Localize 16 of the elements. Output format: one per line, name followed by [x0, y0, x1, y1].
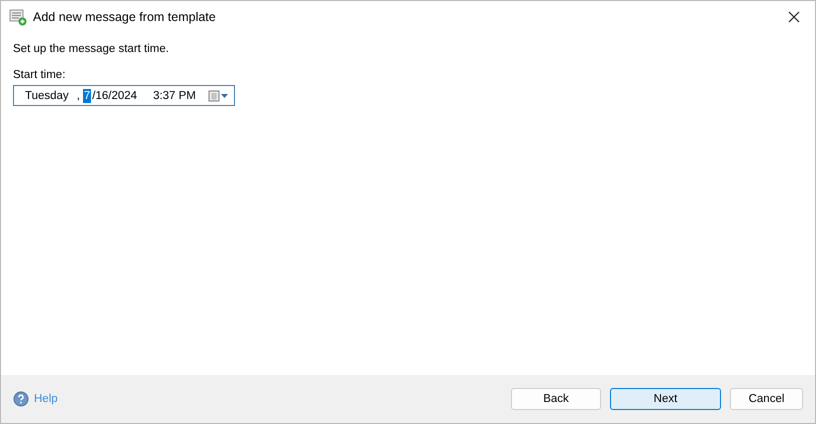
dialog-button[interactable]: Cancel: [730, 388, 803, 410]
calendar-dropdown-icon[interactable]: [208, 90, 230, 102]
date-segment[interactable]: /16/2024: [91, 88, 138, 102]
message-template-icon: [9, 8, 27, 26]
date-segment[interactable]: Tuesday: [24, 88, 70, 102]
date-segment[interactable]: ,: [76, 88, 81, 102]
dialog-button[interactable]: Back: [511, 388, 601, 410]
start-time-label: Start time:: [13, 69, 66, 81]
dialog-button[interactable]: Next: [610, 388, 721, 410]
instruction-text: Set up the message start time.: [13, 43, 169, 55]
close-icon: [788, 11, 800, 23]
help-icon: [13, 391, 29, 407]
date-segment[interactable]: 7: [82, 88, 92, 102]
date-segment[interactable]: 3:37 PM: [152, 88, 197, 102]
date-time-picker[interactable]: Tuesday , 7 /16/2024 3:37 PM: [13, 85, 235, 106]
window-title: Add new message from template: [33, 10, 217, 24]
